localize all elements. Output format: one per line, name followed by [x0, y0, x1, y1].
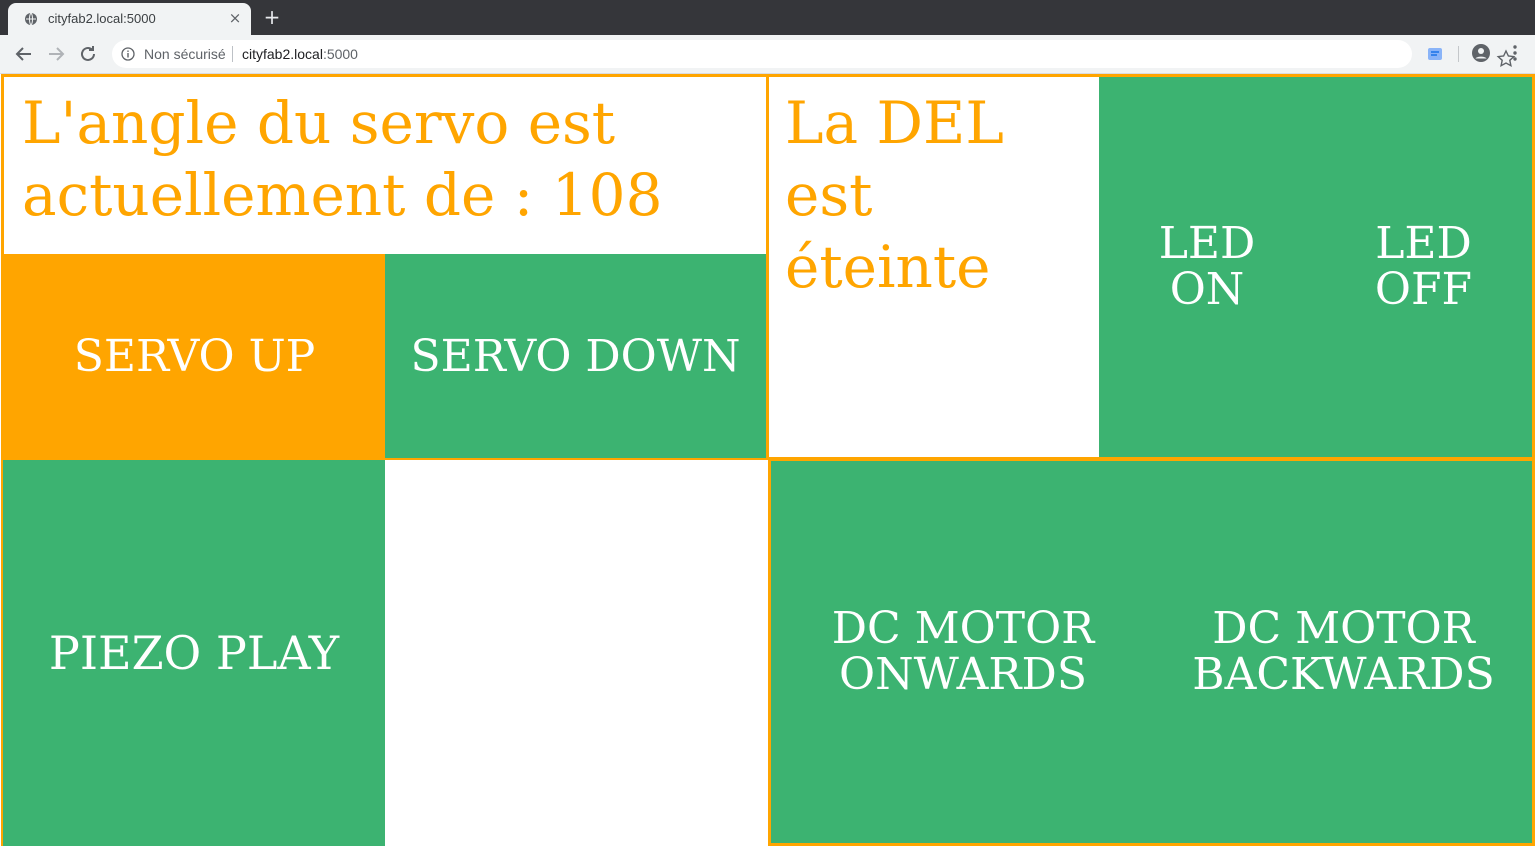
tab-strip: cityfab2.local:5000 × + — [0, 0, 1535, 35]
back-arrow-icon[interactable] — [12, 42, 36, 66]
led-on-label-1: LED — [1158, 218, 1256, 269]
piezo-play-button[interactable]: PIEZO PLAY — [1, 460, 385, 846]
url-text[interactable]: cityfab2.local:5000 — [242, 46, 358, 62]
info-icon[interactable] — [121, 47, 135, 61]
page-content: L'angle du servo est actuellement de : 1… — [0, 74, 1535, 846]
led-status-line-3: éteinte — [785, 233, 991, 301]
security-label[interactable]: Non sécurisé — [144, 46, 226, 62]
url-host: cityfab2.local — [242, 46, 323, 62]
url-separator — [232, 46, 233, 62]
led-on-button[interactable]: LED ON — [1099, 77, 1315, 457]
led-off-button[interactable]: LED OFF — [1315, 77, 1532, 457]
dc-motor-panel: DC MOTOR ONWARDS DC MOTOR BACKWARDS — [768, 458, 1535, 846]
toolbar-separator — [1458, 46, 1459, 62]
led-off-label-1: LED — [1375, 218, 1472, 269]
more-menu-icon[interactable] — [1505, 43, 1525, 63]
globe-icon — [25, 12, 37, 26]
reload-icon[interactable] — [76, 42, 100, 66]
servo-down-button[interactable]: SERVO DOWN — [385, 254, 766, 458]
led-off-label-2: OFF — [1374, 264, 1473, 315]
forward-arrow-icon[interactable] — [44, 42, 68, 66]
browser-toolbar: Non sécurisé cityfab2.local:5000 — [0, 35, 1535, 74]
led-buttons-area: LED ON LED OFF — [1099, 77, 1532, 457]
dc-motor-backwards-button[interactable]: DC MOTOR BACKWARDS — [1155, 461, 1532, 843]
dc-motor-onwards-button[interactable]: DC MOTOR ONWARDS — [771, 461, 1155, 843]
tab-title: cityfab2.local:5000 — [48, 11, 156, 26]
led-status-line-1: La DEL — [785, 89, 1004, 157]
servo-angle-status: L'angle du servo est actuellement de : 1… — [22, 87, 662, 231]
address-bar[interactable]: Non sécurisé cityfab2.local:5000 — [112, 40, 1516, 68]
new-tab-button[interactable]: + — [262, 6, 282, 28]
led-status: La DEL est éteinte — [785, 87, 1004, 303]
led-on-label-2: ON — [1169, 264, 1245, 315]
extension-icon[interactable] — [1425, 44, 1445, 64]
profile-avatar-icon[interactable] — [1471, 43, 1491, 63]
browser-tab[interactable]: cityfab2.local:5000 × — [8, 3, 251, 35]
close-tab-icon[interactable]: × — [226, 9, 244, 27]
servo-up-button[interactable]: SERVO UP — [4, 254, 385, 458]
backwards-label-2: BACKWARDS — [1192, 649, 1495, 700]
backwards-label-1: DC MOTOR — [1212, 603, 1475, 654]
servo-status-line-2: actuellement de : 108 — [22, 161, 663, 229]
onwards-label-2: ONWARDS — [839, 649, 1087, 700]
onwards-label-1: DC MOTOR — [831, 603, 1095, 654]
url-port: :5000 — [322, 46, 358, 62]
led-status-line-2: est — [785, 161, 873, 229]
servo-status-line-1: L'angle du servo est — [22, 89, 616, 157]
